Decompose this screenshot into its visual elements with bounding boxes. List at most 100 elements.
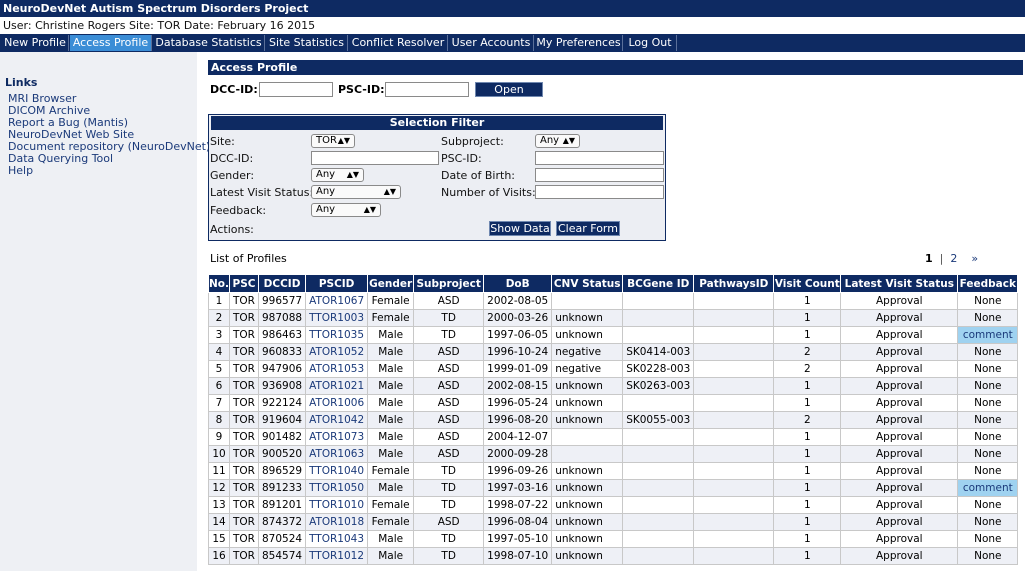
psc-id-input[interactable]	[385, 82, 469, 97]
table-row: 3 TOR 986463 TTOR1035 Male TD 1997-06-05 unknow…	[208, 326, 1019, 344]
cnv-status-cell: unknown	[551, 309, 624, 327]
filter-dcc-id-input[interactable]	[311, 151, 439, 165]
tab-log-out[interactable]: Log Out	[624, 35, 677, 51]
cnv-status-cell: unknown	[551, 530, 624, 548]
dccid-cell: 987088	[257, 309, 307, 327]
pathways-id-cell	[693, 394, 775, 412]
tab-user-accounts[interactable]: User Accounts	[449, 35, 534, 51]
feedback-cell[interactable]: comment	[957, 326, 1019, 344]
pscid-link-cell[interactable]: ATOR1021	[305, 377, 369, 395]
bcgene-id-cell	[622, 326, 695, 344]
tab-access-profile[interactable]: Access Profile	[70, 35, 152, 51]
cnv-status-cell: unknown	[551, 462, 624, 480]
dcc-id-input[interactable]	[259, 82, 333, 97]
tab-new-profile[interactable]: New Profile	[2, 35, 69, 51]
bcgene-id-cell	[622, 496, 695, 514]
sidebar: Links MRI Browser DICOM Archive Report a…	[0, 52, 210, 571]
pscid-link-cell[interactable]: TTOR1050	[305, 479, 369, 497]
pscid-link-cell[interactable]: TTOR1010	[305, 496, 369, 514]
cnv-status-cell: negative	[551, 360, 624, 378]
dob-cell: 1998-07-22	[483, 496, 553, 514]
table-row: 1 TOR 996577 ATOR1067 Female ASD 2002-08-05 1 Ap…	[208, 292, 1019, 310]
dob-cell: 1996-10-24	[483, 343, 553, 361]
column-header-subproject[interactable]: Subproject	[413, 274, 485, 293]
bcgene-id-cell	[622, 462, 695, 480]
pscid-link-cell[interactable]: ATOR1018	[305, 513, 369, 531]
tab-my-preferences[interactable]: My Preferences	[535, 35, 623, 51]
column-header-pscid[interactable]: PSCID	[305, 274, 369, 293]
latest-visit-status-cell: Approval	[840, 343, 959, 361]
feedback-select[interactable]: Any ▲▼	[311, 203, 381, 217]
row-number-cell: 5	[208, 360, 230, 378]
column-header-feedback[interactable]: Feedback	[957, 274, 1019, 293]
column-header-cnv-status[interactable]: CNV Status	[551, 274, 624, 293]
pathways-id-cell	[693, 309, 775, 327]
tab-site-statistics[interactable]: Site Statistics	[266, 35, 348, 51]
subproject-cell: ASD	[413, 343, 485, 361]
pscid-link-cell[interactable]: TTOR1012	[305, 547, 369, 565]
column-header-dccid[interactable]: DCCID	[257, 274, 307, 293]
pathways-id-cell	[693, 326, 775, 344]
gender-select[interactable]: Any ▲▼	[311, 168, 364, 182]
gender-cell: Male	[367, 411, 415, 429]
column-header-bcgene-id[interactable]: BCGene ID	[622, 274, 695, 293]
dccid-cell: 854574	[257, 547, 307, 565]
column-header-visit-count[interactable]: Visit Count	[773, 274, 842, 293]
dob-cell: 2002-08-05	[483, 292, 553, 310]
gender-cell: Female	[367, 462, 415, 480]
clear-form-button[interactable]: Clear Form	[556, 221, 620, 236]
column-header-dob[interactable]: DoB	[483, 274, 553, 293]
psc-cell: TOR	[229, 445, 259, 463]
num-visits-input[interactable]	[535, 185, 664, 199]
psc-cell: TOR	[229, 530, 259, 548]
pscid-link-cell[interactable]: ATOR1052	[305, 343, 369, 361]
visit-count-cell: 1	[773, 496, 842, 514]
dccid-cell: 874372	[257, 513, 307, 531]
feedback-cell[interactable]: comment	[957, 479, 1019, 497]
show-data-button[interactable]: Show Data	[489, 221, 551, 236]
pscid-link-cell[interactable]: ATOR1063	[305, 445, 369, 463]
pscid-link-cell[interactable]: ATOR1006	[305, 394, 369, 412]
pscid-link-cell[interactable]: TTOR1003	[305, 309, 369, 327]
main-nav: New Profile Access Profile Database Stat…	[0, 34, 1025, 52]
next-page-link[interactable]: »	[971, 252, 978, 265]
dob-input[interactable]	[535, 168, 664, 182]
column-header-no[interactable]: No.	[208, 274, 230, 293]
cnv-status-cell: unknown	[551, 326, 624, 344]
table-row: 6 TOR 936908 ATOR1021 Male ASD 2002-08-15 unkno…	[208, 377, 1019, 395]
pscid-link-cell[interactable]: TTOR1035	[305, 326, 369, 344]
pscid-link-cell[interactable]: TTOR1040	[305, 462, 369, 480]
filter-psc-id-input[interactable]	[535, 151, 664, 165]
feedback-cell: None	[957, 377, 1019, 395]
column-header-gender[interactable]: Gender	[367, 274, 415, 293]
bcgene-id-cell	[622, 530, 695, 548]
pscid-link-cell[interactable]: TTOR1043	[305, 530, 369, 548]
open-profile-button[interactable]: Open Profile	[475, 82, 543, 109]
latest-visit-status-cell: Approval	[840, 530, 959, 548]
page-2-link[interactable]: 2	[950, 252, 957, 265]
pscid-link-cell[interactable]: ATOR1053	[305, 360, 369, 378]
gender-cell: Male	[367, 428, 415, 446]
row-number-cell: 3	[208, 326, 230, 344]
dob-cell: 1996-09-26	[483, 462, 553, 480]
subproject-select[interactable]: Any ▲▼	[535, 134, 580, 148]
column-header-latest-visit-status[interactable]: Latest Visit Status	[840, 274, 959, 293]
visit-status-select[interactable]: Any ▲▼	[311, 185, 401, 199]
pscid-link-cell[interactable]: ATOR1073	[305, 428, 369, 446]
column-header-psc[interactable]: PSC	[229, 274, 259, 293]
table-row: 14 TOR 874372 ATOR1018 Female ASD 1996-08-04 un…	[208, 513, 1019, 531]
pscid-link-cell[interactable]: ATOR1042	[305, 411, 369, 429]
tab-conflict-resolver[interactable]: Conflict Resolver	[349, 35, 448, 51]
site-select[interactable]: TOR ▲▼	[311, 134, 355, 148]
dob-cell: 1996-05-24	[483, 394, 553, 412]
table-header-row: No. PSC DCCID PSCID Gender Subproject DoB CNV S…	[208, 274, 1019, 293]
pscid-link-cell[interactable]: ATOR1067	[305, 292, 369, 310]
sidebar-link-help[interactable]: Help	[8, 164, 33, 177]
row-number-cell: 2	[208, 309, 230, 327]
table-row: 12 TOR 891233 TTOR1050 Male TD 1997-03-16 unkno…	[208, 479, 1019, 497]
tab-database-statistics[interactable]: Database Statistics	[153, 35, 265, 51]
column-header-pathways-id[interactable]: PathwaysID	[693, 274, 775, 293]
subproject-label: Subproject:	[441, 135, 504, 148]
bcgene-id-cell: SK0228-003	[622, 360, 695, 378]
dccid-cell: 901482	[257, 428, 307, 446]
